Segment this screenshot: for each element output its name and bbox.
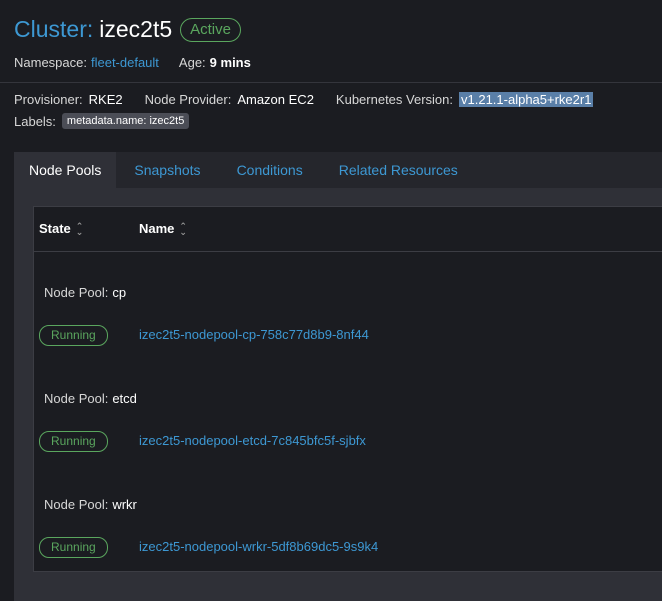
- group-name: etcd: [112, 391, 137, 406]
- sort-icon[interactable]: ⌃ ⌄: [179, 221, 187, 236]
- labels-label: Labels:: [14, 113, 56, 129]
- node-table: State ⌃ ⌄ Name ⌃ ⌄ Node Pool: cp Running iz…: [33, 206, 662, 572]
- labels-row: Labels: metadata.name: izec2t5: [14, 113, 190, 129]
- namespace-link[interactable]: fleet-default: [91, 55, 159, 70]
- tab-conditions[interactable]: Conditions: [219, 152, 321, 188]
- node-link[interactable]: izec2t5-nodepool-etcd-7c845bfc5f-sjbfx: [139, 433, 366, 448]
- table-header: State ⌃ ⌄ Name ⌃ ⌄: [34, 207, 662, 252]
- title-prefix: Cluster:: [14, 16, 94, 42]
- meta-row: Namespace: fleet-default Age: 9 mins: [14, 55, 251, 70]
- status-badge: Active: [180, 17, 241, 42]
- age-label: Age:: [178, 55, 206, 70]
- tab-bar: Node Pools Snapshots Conditions Related …: [14, 152, 662, 188]
- tab-snapshots[interactable]: Snapshots: [116, 152, 218, 188]
- age-value: 9 mins: [209, 55, 251, 70]
- label-chip: metadata.name: izec2t5: [61, 113, 190, 129]
- node-provider-label: Node Provider:: [144, 92, 232, 107]
- tab-panel: State ⌃ ⌄ Name ⌃ ⌄ Node Pool: cp Running iz…: [14, 188, 662, 601]
- k8s-version-value[interactable]: v1.21.1-alpha5+rke2r1: [459, 92, 594, 107]
- group-name: cp: [112, 285, 127, 300]
- group-header: Node Pool: etcd: [44, 391, 137, 406]
- namespace-label: Namespace:: [14, 55, 87, 70]
- group-prefix: Node Pool:: [44, 285, 109, 300]
- group-header: Node Pool: cp: [44, 285, 126, 300]
- header-divider: [0, 82, 662, 83]
- state-badge: Running: [39, 537, 108, 558]
- group-name: wrkr: [112, 497, 137, 512]
- tab-related-resources[interactable]: Related Resources: [321, 152, 476, 188]
- page-title: Cluster: izec2t5 Active: [14, 16, 241, 43]
- sort-icon[interactable]: ⌃ ⌄: [76, 221, 84, 236]
- column-header-state[interactable]: State ⌃ ⌄: [39, 221, 83, 236]
- node-provider-value: Amazon EC2: [237, 92, 314, 107]
- state-badge: Running: [39, 431, 108, 452]
- details-row: Provisioner: RKE2 Node Provider: Amazon …: [14, 92, 594, 107]
- column-header-state-label: State: [39, 221, 71, 236]
- state-badge: Running: [39, 325, 108, 346]
- provisioner-label: Provisioner:: [14, 92, 83, 107]
- column-header-name[interactable]: Name ⌃ ⌄: [139, 221, 187, 236]
- node-link[interactable]: izec2t5-nodepool-wrkr-5df8b69dc5-9s9k4: [139, 539, 378, 554]
- group-prefix: Node Pool:: [44, 391, 109, 406]
- provisioner-value: RKE2: [88, 92, 123, 107]
- k8s-version-label: Kubernetes Version:: [335, 92, 453, 107]
- tab-node-pools[interactable]: Node Pools: [14, 152, 117, 188]
- column-header-name-label: Name: [139, 221, 175, 236]
- cluster-name: izec2t5: [99, 16, 173, 42]
- group-header: Node Pool: wrkr: [44, 497, 137, 512]
- group-prefix: Node Pool:: [44, 497, 109, 512]
- node-link[interactable]: izec2t5-nodepool-cp-758c77d8b9-8nf44: [139, 327, 369, 342]
